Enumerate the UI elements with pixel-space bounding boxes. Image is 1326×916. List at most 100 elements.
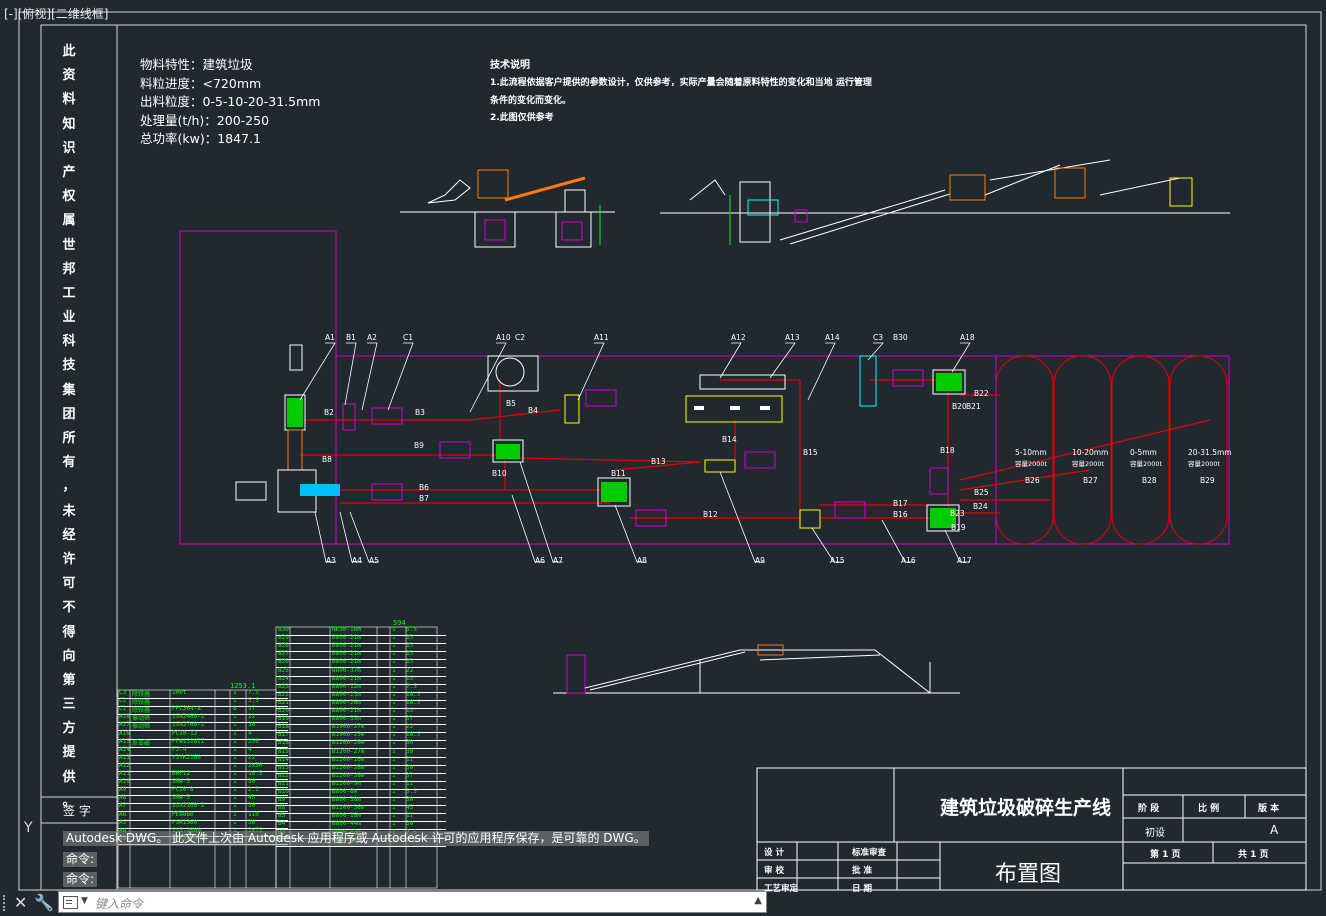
table-cell: B1200-16m: [332, 755, 365, 763]
side-char: 知: [62, 116, 76, 132]
table-cell: B14: [278, 755, 289, 763]
side-char: 供: [62, 769, 76, 785]
equipment-label: B1: [346, 333, 356, 342]
table-cell: PEW860: [172, 810, 194, 818]
equipment-label: A13: [785, 333, 800, 342]
table-cell: SMW-5: [172, 778, 191, 786]
table-cell: 37: [406, 771, 414, 779]
table-cell: 1: [392, 804, 396, 812]
table-cell: 1: [392, 812, 396, 820]
table-cell: C1: [119, 705, 127, 713]
table-cell: B800-25m: [332, 690, 361, 698]
viewport-label[interactable]: [-][俯视][二维线框]: [4, 5, 108, 22]
conveyor-label: B4: [528, 406, 538, 415]
table-cell: 1: [392, 650, 396, 658]
table-cell: S5X2460-2: [172, 713, 205, 721]
conveyor-label: B14: [722, 435, 737, 444]
table-cell: B800-21m: [332, 650, 361, 658]
table-cell: A14: [119, 745, 130, 753]
table-cell: 8: [233, 705, 237, 713]
equipment-label: B30: [893, 333, 908, 342]
conveyor-label: B17: [893, 499, 908, 508]
table-cell: 1: [392, 796, 396, 804]
page-total: 共 1 页: [1238, 850, 1269, 860]
table-cell: 22: [406, 723, 414, 731]
conveyor-label: B13: [651, 457, 666, 466]
tech-notes-title: 技术说明: [490, 60, 530, 71]
table-cell: 5.5: [248, 697, 259, 705]
table-cell: B27: [278, 650, 289, 658]
conveyor-label: B5: [506, 399, 516, 408]
table-cell: A16: [119, 729, 130, 737]
equipment-label: A9: [755, 556, 765, 565]
table-cell: 1: [233, 745, 237, 753]
table-cell: A10: [119, 778, 130, 786]
table-cell: 22: [406, 666, 414, 674]
table-cell: B18: [278, 723, 289, 731]
equipment-label: A4: [352, 556, 362, 565]
table-cell: A18: [119, 713, 130, 721]
table-cell: B800-37m: [332, 666, 361, 674]
equipment-label: A11: [594, 333, 609, 342]
elevation-view-left: [400, 169, 615, 248]
table-cell: 110: [248, 810, 259, 818]
chevron-down-icon[interactable]: ▼: [81, 896, 88, 906]
table-cell: B24: [278, 674, 289, 682]
silo-capacity: 容量2000t: [1130, 460, 1163, 468]
conveyor-label: B27: [1083, 476, 1098, 485]
table-cell: 1: [392, 820, 396, 828]
side-char: 团: [62, 406, 76, 422]
silo-size: 10-20mm: [1072, 448, 1109, 457]
table-cell: 16.5: [248, 770, 263, 777]
equipment-label: A15: [830, 556, 845, 565]
version-label: 版 本: [1258, 804, 1280, 814]
side-char: 未: [62, 503, 76, 519]
table-cell: 15: [406, 634, 414, 642]
command-prompt-icon[interactable]: [63, 896, 78, 909]
table-cell: 1: [233, 713, 237, 721]
drag-handle-icon[interactable]: [3, 895, 10, 911]
table-cell: B11: [278, 779, 289, 787]
customize-wrench-icon[interactable]: 🔧: [34, 893, 54, 912]
conveyor-label: B25: [974, 488, 989, 497]
approval-label: 审 校: [764, 866, 784, 876]
table-cell: 1: [392, 626, 396, 633]
chevron-up-icon[interactable]: ▲: [754, 895, 762, 906]
table-cell: 1: [233, 761, 237, 769]
command-input[interactable]: ▼ 键入命令 ▲: [58, 891, 767, 913]
conveyor-label: B3: [415, 408, 425, 417]
table-cell: B1200-28m: [332, 763, 365, 771]
table-cell: 1: [392, 634, 396, 642]
table-cell: 1: [392, 707, 396, 714]
close-icon[interactable]: ✕: [14, 893, 27, 912]
table-cell: 1: [392, 731, 396, 739]
side-char: 可: [62, 576, 76, 592]
approval-label: 日 期: [852, 884, 872, 894]
table-cell: 4: [248, 745, 252, 753]
table-cell: S5X2760-2: [172, 721, 205, 729]
side-char: 权: [62, 189, 76, 205]
table-cell: B13: [278, 763, 289, 771]
table-cell: B800-26m: [332, 698, 361, 706]
table-cell: B800-21m: [332, 658, 361, 666]
table-cell: A13: [119, 753, 130, 761]
conveyor-label: B9: [414, 441, 424, 450]
table-cell: 30: [406, 763, 414, 771]
table-cell: 1: [392, 698, 396, 706]
command-bar: ✕ 🔧 ▼ 键入命令 ▲: [0, 889, 770, 916]
table-cell: 1: [392, 739, 396, 747]
silo-size: 20-31.5mm: [1188, 448, 1232, 457]
table-cell: 振动筛: [132, 723, 151, 731]
side-char: 提: [62, 745, 76, 761]
table-cell: 1: [392, 788, 396, 795]
page-number: 第 1 页: [1150, 850, 1181, 860]
material-info: 物料特性：建筑垃圾 料粒进度：<720mm 出料粒度：0-5-10-20-31.5m…: [140, 56, 320, 149]
table-cell: PFW1318II: [172, 737, 205, 745]
table-cell: 37: [248, 705, 256, 713]
table-cell: 1: [392, 642, 396, 650]
table-cell: 1: [233, 689, 237, 696]
table-cell: B800-55m: [332, 715, 361, 723]
table-cell: B30: [278, 626, 289, 633]
conveyor-label: B6: [419, 483, 429, 492]
table-cell: 18.5: [406, 690, 421, 698]
